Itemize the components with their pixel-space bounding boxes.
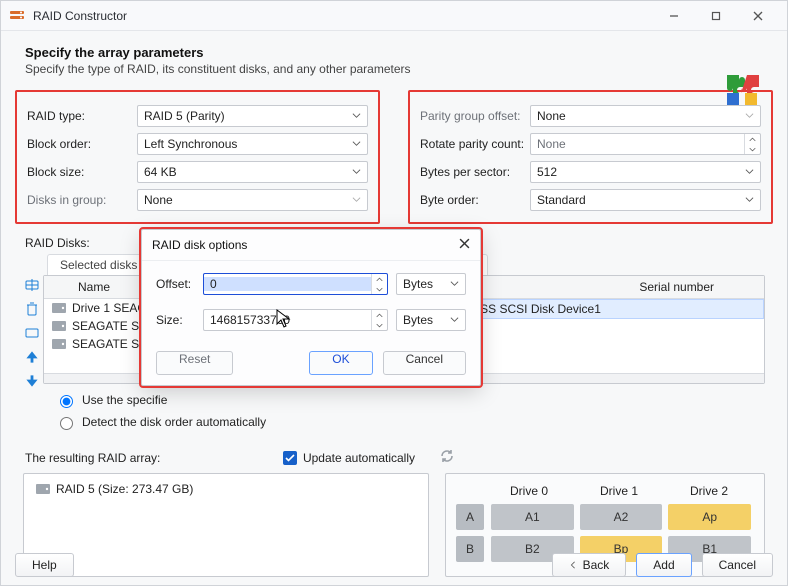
chevron-up-icon[interactable] xyxy=(372,274,387,284)
window-title: RAID Constructor xyxy=(33,9,653,23)
cancel-button[interactable]: Cancel xyxy=(383,351,466,375)
chevron-down-icon xyxy=(352,165,361,179)
select-block-order[interactable]: Left Synchronous xyxy=(137,133,368,155)
disk-icon xyxy=(34,484,52,494)
back-button[interactable]: Back xyxy=(552,553,627,577)
select-disks-in-group: None xyxy=(137,189,368,211)
stripe-col-1: Drive 1 xyxy=(574,484,664,504)
select-raid-type[interactable]: RAID 5 (Parity) xyxy=(137,105,368,127)
list-item[interactable]: RAID 5 (Size: 273.47 GB) xyxy=(34,482,418,496)
label-size: Size: xyxy=(156,313,203,327)
move-down-button[interactable] xyxy=(23,372,41,390)
reset-button[interactable]: Reset xyxy=(156,351,233,375)
tab-selected-disks[interactable]: Selected disks xyxy=(47,254,150,275)
select-bytes-sector[interactable]: 512 xyxy=(530,161,761,183)
select-size-unit[interactable]: Bytes xyxy=(396,309,466,331)
select-parity-offset: None xyxy=(530,105,761,127)
chevron-down-icon[interactable] xyxy=(745,144,760,154)
page-title: Specify the array parameters xyxy=(25,45,773,60)
label-disks-in-group: Disks in group: xyxy=(27,193,137,207)
chevron-up-icon[interactable] xyxy=(745,134,760,144)
col-serial: Serial number xyxy=(639,280,758,294)
chevron-down-icon xyxy=(450,313,459,327)
chevron-down-icon xyxy=(352,137,361,151)
dialog-title: RAID disk options xyxy=(152,238,459,252)
select-byte-order[interactable]: Standard xyxy=(530,189,761,211)
select-block-size[interactable]: 64 KB xyxy=(137,161,368,183)
add-disk-button[interactable] xyxy=(23,276,41,294)
app-icon xyxy=(9,8,25,24)
label-parity-offset: Parity group offset: xyxy=(420,109,530,123)
chevron-down-icon xyxy=(352,109,361,123)
spinner-rotate-parity[interactable]: None xyxy=(530,133,761,155)
label-bytes-sector: Bytes per sector: xyxy=(420,165,530,179)
disk-icon xyxy=(50,321,68,331)
stripe-col-2: Drive 2 xyxy=(664,484,754,504)
group-right-params: Parity group offset: None Rotate parity … xyxy=(408,90,773,224)
checkbox-update-auto[interactable]: Update automatically xyxy=(283,451,415,465)
label-offset: Offset: xyxy=(156,277,203,291)
close-button[interactable] xyxy=(737,2,779,30)
refresh-icon[interactable] xyxy=(439,448,455,467)
radio-use-specified[interactable]: Use the specifie xyxy=(55,392,353,408)
select-offset-unit[interactable]: Bytes xyxy=(396,273,466,295)
stripe-cell: A1 xyxy=(491,504,574,530)
input-size[interactable] xyxy=(203,309,388,331)
label-block-size: Block size: xyxy=(27,165,137,179)
ok-button[interactable]: OK xyxy=(309,351,372,375)
stripe-cell: A2 xyxy=(580,504,663,530)
page-subtitle: Specify the type of RAID, its constituen… xyxy=(25,62,773,76)
chevron-up-icon[interactable] xyxy=(372,310,387,320)
maximize-button[interactable] xyxy=(695,2,737,30)
move-up-button[interactable] xyxy=(23,348,41,366)
dialog-raid-disk-options: RAID disk options Offset: Bytes xyxy=(141,229,481,386)
label-block-order: Block order: xyxy=(27,137,137,151)
chevron-down-icon xyxy=(745,109,754,123)
remove-disk-button[interactable] xyxy=(23,300,41,318)
stripe-col-0: Drive 0 xyxy=(484,484,574,504)
label-rotate-parity: Rotate parity count: xyxy=(420,137,530,151)
chevron-down-icon xyxy=(450,277,459,291)
label-resulting-array: The resulting RAID array: xyxy=(25,451,160,465)
help-button[interactable]: Help xyxy=(15,553,74,577)
chevron-left-icon xyxy=(569,561,577,569)
edit-disk-button[interactable] xyxy=(23,324,41,342)
chevron-down-icon xyxy=(745,193,754,207)
close-icon[interactable] xyxy=(459,238,470,252)
label-raid-type: RAID type: xyxy=(27,109,137,123)
chevron-down-icon xyxy=(745,165,754,179)
input-offset[interactable] xyxy=(203,273,388,295)
radio-detect-order[interactable]: Detect the disk order automatically xyxy=(55,414,353,430)
titlebar: RAID Constructor xyxy=(1,1,787,31)
minimize-button[interactable] xyxy=(653,2,695,30)
chevron-down-icon xyxy=(352,193,361,207)
stripe-row-label: A xyxy=(456,504,484,530)
chevron-down-icon[interactable] xyxy=(372,320,387,330)
stripe-cell-parity: Ap xyxy=(668,504,751,530)
disk-icon xyxy=(50,339,68,349)
add-button[interactable]: Add xyxy=(636,553,691,577)
group-left-params: RAID type: RAID 5 (Parity) Block order: … xyxy=(15,90,380,224)
chevron-down-icon[interactable] xyxy=(372,284,387,294)
label-byte-order: Byte order: xyxy=(420,193,530,207)
disk-icon xyxy=(50,303,68,313)
cancel-button[interactable]: Cancel xyxy=(702,553,773,577)
